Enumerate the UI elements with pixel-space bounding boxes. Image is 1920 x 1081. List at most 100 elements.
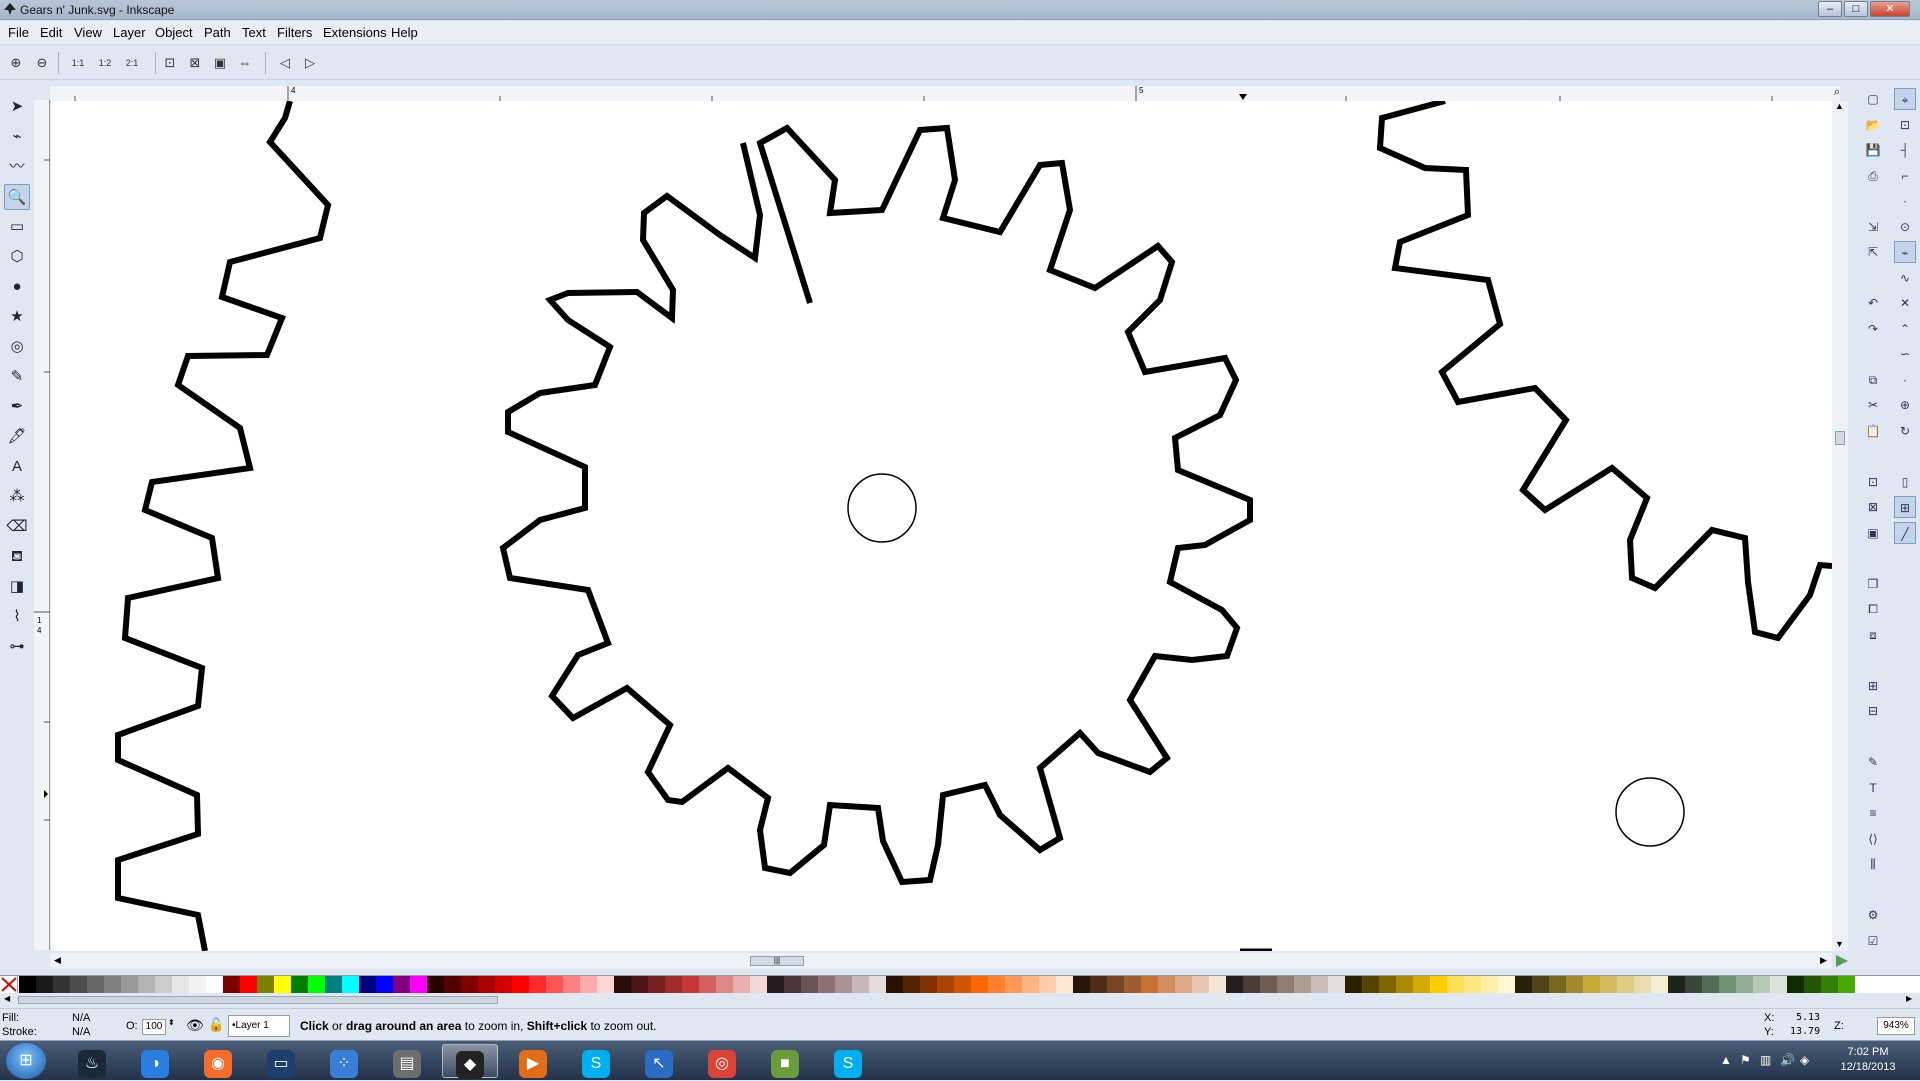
zoom-tool[interactable]: 🔍	[4, 184, 30, 210]
close-button[interactable]: ✕	[1870, 1, 1910, 17]
color-swatch[interactable]	[444, 976, 461, 993]
color-swatch[interactable]	[308, 976, 325, 993]
title-bar[interactable]: Gears n' Junk.svg - Inkscape – □ ✕	[0, 0, 1920, 20]
color-swatch[interactable]	[121, 976, 138, 993]
node-tool[interactable]: ⌁	[4, 124, 30, 150]
skype-icon[interactable]: S	[568, 1044, 624, 1078]
color-swatch[interactable]	[274, 976, 291, 993]
spiral-tool[interactable]: ◎	[4, 334, 30, 360]
eraser-tool[interactable]: ⌫	[4, 514, 30, 540]
color-swatch[interactable]	[1124, 976, 1141, 993]
color-swatch[interactable]	[342, 976, 359, 993]
color-swatch[interactable]	[1787, 976, 1804, 993]
snap-center-icon[interactable]: ⊕	[1894, 394, 1916, 416]
skype-2-icon[interactable]: S	[820, 1044, 876, 1078]
snap-grid-icon[interactable]: ⊞	[1894, 496, 1916, 518]
color-swatch[interactable]	[835, 976, 852, 993]
color-swatch[interactable]	[631, 976, 648, 993]
volume-icon[interactable]: 🔊	[1780, 1053, 1795, 1067]
snap-nodes-icon[interactable]: ⌁	[1894, 241, 1916, 263]
color-swatch[interactable]	[138, 976, 155, 993]
color-swatch[interactable]	[1209, 976, 1226, 993]
media-player-icon[interactable]: ▶	[505, 1044, 561, 1078]
vertical-scrollbar[interactable]: ▲ ▼	[1832, 101, 1848, 951]
color-swatch[interactable]	[869, 976, 886, 993]
opacity-input[interactable]: 100	[142, 1019, 166, 1035]
snap-bbox-midpoint-icon[interactable]: ∙	[1894, 190, 1916, 212]
color-swatch[interactable]	[427, 976, 444, 993]
layer-lock-icon[interactable]: 🔓	[208, 1017, 224, 1033]
group-icon[interactable]: ⊞	[1862, 675, 1884, 697]
color-swatch[interactable]	[1685, 976, 1702, 993]
scroll-up-arrow[interactable]: ▲	[1835, 101, 1844, 111]
clone-icon[interactable]: ⧠	[1862, 598, 1884, 620]
snap-rotation-icon[interactable]: ↻	[1894, 420, 1916, 442]
color-swatch[interactable]	[1634, 976, 1651, 993]
visibility-eye-icon[interactable]: 👁	[186, 1017, 204, 1034]
zoom-page-icon[interactable]: ▣	[1862, 522, 1884, 544]
dropbox-icon[interactable]: ◈	[1800, 1053, 1809, 1067]
gradient-tool[interactable]: ◨	[4, 574, 30, 600]
undo-icon[interactable]: ↶	[1862, 292, 1884, 314]
color-swatch[interactable]	[70, 976, 87, 993]
color-swatch[interactable]	[376, 976, 393, 993]
snap-bbox-corner-icon[interactable]: ⌐	[1894, 165, 1916, 187]
color-swatch[interactable]	[750, 976, 767, 993]
palette-scroll-right[interactable]: ▶	[1906, 994, 1912, 1003]
snap-guide-icon[interactable]: ╱	[1894, 521, 1916, 544]
scroll-down-arrow[interactable]: ▼	[1835, 939, 1844, 949]
save-icon[interactable]: 💾	[1862, 139, 1884, 161]
color-swatch[interactable]	[784, 976, 801, 993]
text-font-icon[interactable]: T	[1862, 777, 1884, 799]
color-swatch[interactable]	[1549, 976, 1566, 993]
preferences-icon[interactable]: ⚙	[1862, 904, 1884, 926]
zoom-drawing-icon[interactable]: ⊠	[1862, 496, 1884, 518]
zoom-field[interactable]: 943%	[1877, 1017, 1915, 1035]
origin-icon[interactable]: ◉	[190, 1044, 246, 1078]
paste-icon[interactable]: 📋	[1862, 420, 1884, 442]
color-swatch[interactable]	[954, 976, 971, 993]
color-swatch[interactable]	[1770, 976, 1787, 993]
color-swatch[interactable]	[937, 976, 954, 993]
system-clock[interactable]: 7:02 PM 12/18/2013	[1818, 1045, 1918, 1075]
connector-tool[interactable]: ⊶	[4, 634, 30, 660]
file-manager-icon[interactable]: ▤	[379, 1044, 435, 1078]
window-icon[interactable]: ▭	[253, 1044, 309, 1078]
import-icon[interactable]: ⇲	[1862, 216, 1884, 238]
color-swatch[interactable]	[767, 976, 784, 993]
menu-edit[interactable]: Edit	[40, 25, 62, 40]
color-swatch[interactable]	[189, 976, 206, 993]
color-swatch[interactable]	[1260, 976, 1277, 993]
minimize-button[interactable]: –	[1818, 1, 1842, 17]
zoom-page-icon[interactable]: ▣	[210, 53, 230, 73]
color-swatch[interactable]	[1107, 976, 1124, 993]
steam-icon[interactable]: ♨	[64, 1044, 120, 1078]
rectangle-tool[interactable]: ▭	[4, 214, 30, 240]
color-swatch[interactable]	[920, 976, 937, 993]
color-swatch[interactable]	[104, 976, 121, 993]
zoom-1-2-icon[interactable]: 1:2	[95, 53, 115, 73]
color-swatch[interactable]	[172, 976, 189, 993]
color-swatch[interactable]	[1294, 976, 1311, 993]
horizontal-scrollbar[interactable]: ◀ ||| ▶	[50, 953, 1832, 969]
no-paint-swatch[interactable]	[0, 976, 18, 993]
color-swatch[interactable]	[1379, 976, 1396, 993]
color-swatch[interactable]	[1566, 976, 1583, 993]
color-swatch[interactable]	[1073, 976, 1090, 993]
color-swatch[interactable]	[1498, 976, 1515, 993]
zoom-selection-icon[interactable]: ⊡	[160, 53, 180, 73]
pencil-tool[interactable]: ✎	[4, 364, 30, 390]
color-swatch[interactable]	[988, 976, 1005, 993]
print-icon[interactable]: ⎙	[1862, 165, 1884, 187]
color-swatch[interactable]	[1532, 976, 1549, 993]
tweak-tool[interactable]: 〰	[4, 154, 30, 180]
color-swatch[interactable]	[1515, 976, 1532, 993]
zoom-next-icon[interactable]: ▷	[300, 53, 320, 73]
paint-bucket-tool[interactable]: ⛾	[4, 544, 30, 570]
snap-midpoint-icon[interactable]: ∙	[1894, 369, 1916, 391]
menu-extensions[interactable]: Extensions	[323, 25, 387, 40]
layers-icon[interactable]: ≡	[1862, 802, 1884, 824]
color-swatch[interactable]	[1583, 976, 1600, 993]
palette-scroll-thumb[interactable]	[18, 996, 498, 1004]
color-swatch[interactable]	[1005, 976, 1022, 993]
